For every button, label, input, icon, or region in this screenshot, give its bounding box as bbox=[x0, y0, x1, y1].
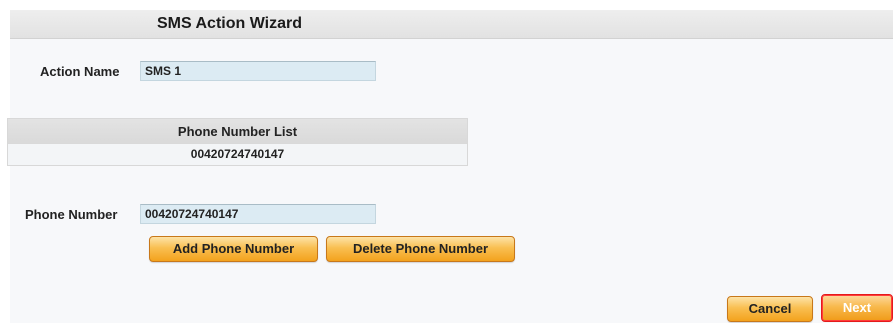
phone-number-list-item[interactable]: 00420724740147 bbox=[8, 144, 467, 165]
action-name-input[interactable] bbox=[140, 61, 376, 81]
next-button[interactable]: Next bbox=[821, 294, 893, 322]
wizard-body bbox=[10, 39, 893, 323]
phone-number-label: Phone Number bbox=[25, 207, 118, 222]
delete-phone-number-button[interactable]: Delete Phone Number bbox=[326, 236, 515, 262]
cancel-button[interactable]: Cancel bbox=[727, 296, 813, 322]
phone-number-list: Phone Number List 00420724740147 bbox=[7, 118, 468, 166]
wizard-title: SMS Action Wizard bbox=[156, 15, 303, 32]
phone-number-input[interactable] bbox=[140, 204, 376, 224]
phone-number-list-header: Phone Number List bbox=[8, 119, 467, 144]
wizard-header: SMS Action Wizard bbox=[10, 10, 893, 39]
action-name-label: Action Name bbox=[40, 64, 120, 79]
sms-action-wizard: SMS Action Wizard Action Name Phone Numb… bbox=[0, 0, 893, 323]
add-phone-number-button[interactable]: Add Phone Number bbox=[149, 236, 318, 262]
